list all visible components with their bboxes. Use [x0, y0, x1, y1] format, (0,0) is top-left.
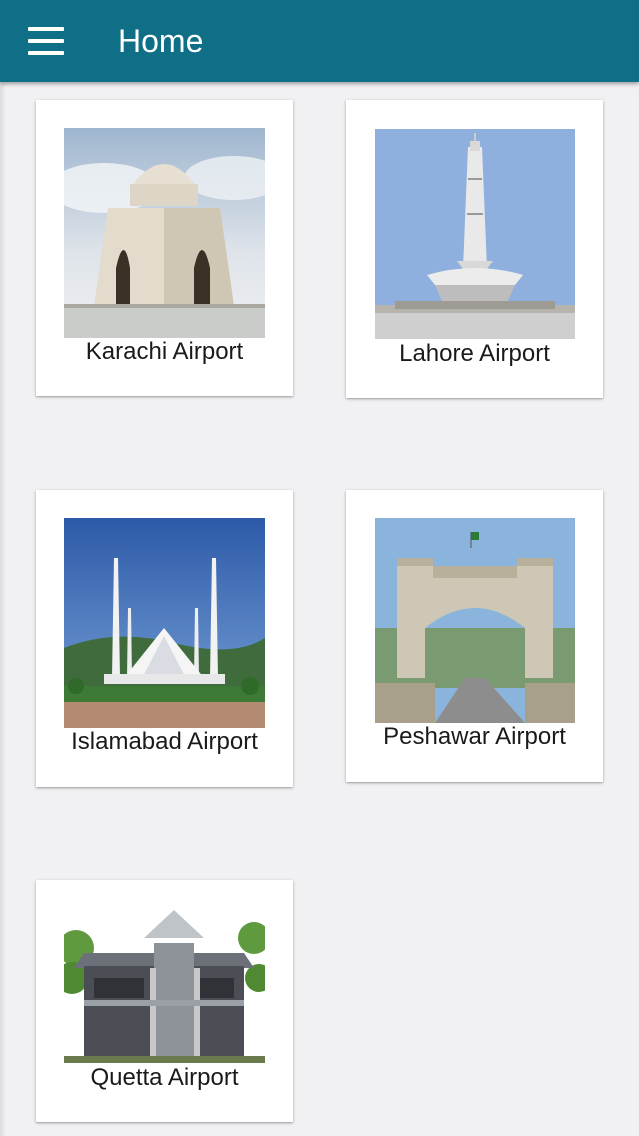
airport-label: Lahore Airport: [399, 340, 550, 367]
app-bar: Home: [0, 0, 639, 82]
airport-label: Karachi Airport: [85, 338, 244, 365]
airport-card-lahore[interactable]: Lahore Airport: [346, 100, 603, 398]
airport-card-peshawar[interactable]: Peshawar Airport: [346, 490, 603, 782]
bab-e-khyber-image: [375, 518, 575, 723]
airport-card-islamabad[interactable]: Islamabad Airport: [36, 490, 293, 787]
faisal-mosque-image: [64, 518, 265, 728]
minar-e-pakistan-image: [375, 129, 575, 339]
airport-label: Islamabad Airport: [71, 728, 258, 755]
airport-card-karachi[interactable]: Karachi Airport: [36, 100, 293, 396]
airport-label: Peshawar Airport: [383, 723, 566, 750]
quetta-building-image: [64, 908, 265, 1063]
drawer-edge: [0, 82, 5, 1136]
page-title: Home: [118, 23, 204, 59]
mazar-e-quaid-image: [64, 128, 265, 338]
airport-label: Quetta Airport: [90, 1064, 239, 1091]
hamburger-menu-icon[interactable]: [22, 22, 70, 62]
airport-card-quetta[interactable]: Quetta Airport: [36, 880, 293, 1122]
